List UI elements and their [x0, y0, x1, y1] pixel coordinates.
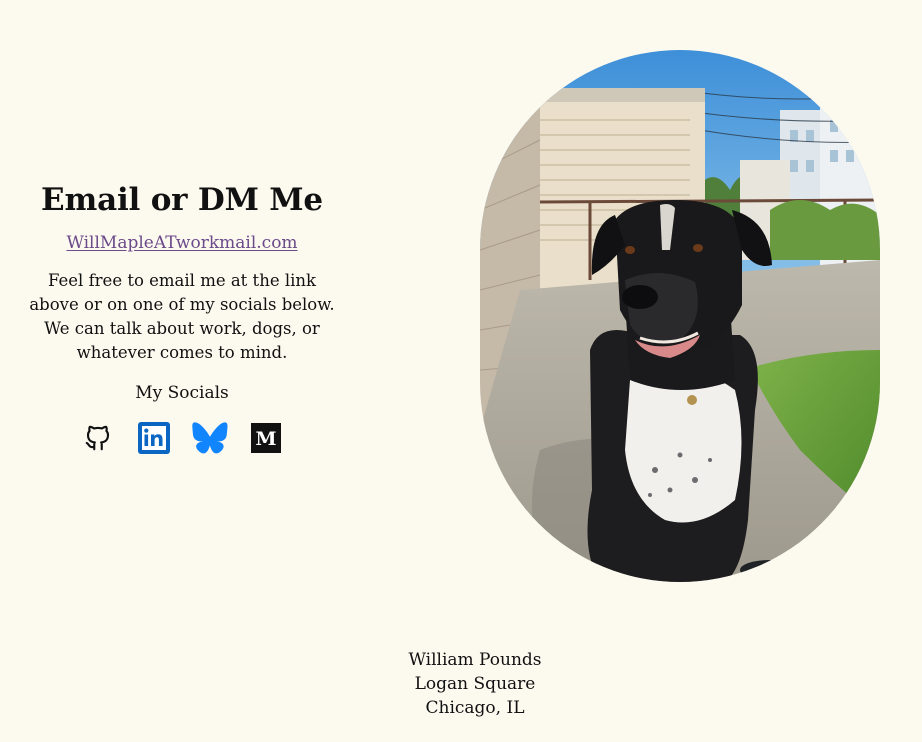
contact-section: Email or DM Me WillMapleATworkmail.com F…: [22, 176, 342, 455]
github-link[interactable]: [81, 421, 115, 455]
socials-label: My Socials: [135, 383, 229, 403]
dog-photo: [480, 50, 880, 582]
social-links: M: [22, 421, 342, 455]
medium-link[interactable]: M: [249, 421, 283, 455]
contact-page: Email or DM Me WillMapleATworkmail.com F…: [0, 0, 922, 742]
footer-address: William Pounds Logan Square Chicago, IL: [0, 648, 922, 720]
footer-neighborhood: Logan Square: [414, 674, 536, 694]
footer-city: Chicago, IL: [425, 698, 525, 718]
contact-blurb: Feel free to email me at the link above …: [29, 271, 335, 362]
email-link[interactable]: WillMapleATworkmail.com: [66, 233, 297, 253]
medium-icon: M: [251, 423, 281, 453]
page-title: Email or DM Me: [41, 182, 323, 218]
footer-name: William Pounds: [408, 650, 542, 670]
linkedin-icon: [138, 422, 170, 454]
svg-text:M: M: [255, 428, 276, 450]
linkedin-link[interactable]: [137, 421, 171, 455]
bluesky-link[interactable]: [192, 421, 228, 455]
bluesky-icon: [192, 422, 228, 454]
github-icon: [83, 423, 113, 453]
